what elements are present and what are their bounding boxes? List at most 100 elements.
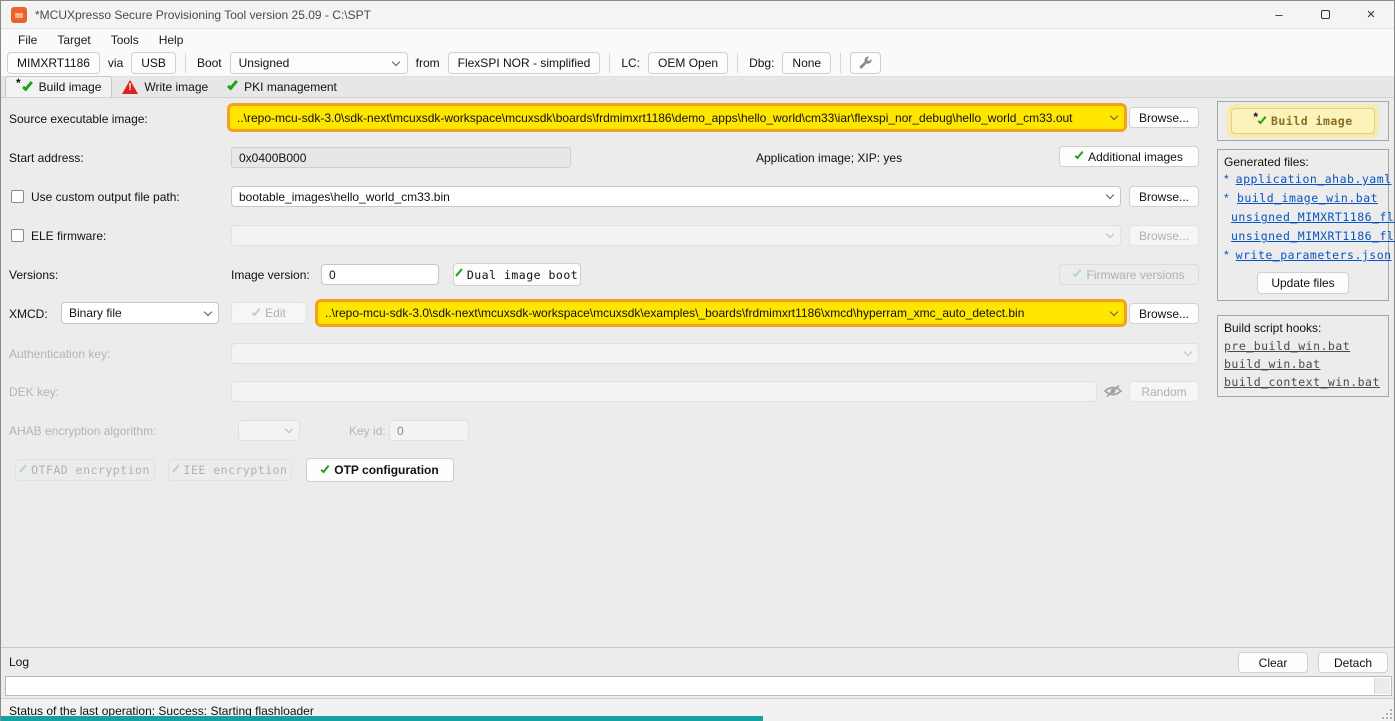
wrench-icon	[858, 56, 873, 71]
xmcd-file-combo[interactable]: ..\repo-mcu-sdk-3.0\sdk-next\mcuxsdk-wor…	[318, 302, 1124, 324]
settings-wrench-button[interactable]	[850, 52, 881, 74]
tab-write-image-label: Write image	[144, 80, 208, 94]
via-label: via	[108, 56, 123, 70]
xmcd-file-value: ..\repo-mcu-sdk-3.0\sdk-next\mcuxsdk-wor…	[325, 306, 1024, 320]
generated-file-link[interactable]: unsigned_MIMXRT1186_fla	[1231, 229, 1395, 243]
image-info-text: Application image; XIP: yes	[756, 151, 902, 165]
close-button[interactable]: ×	[1348, 1, 1394, 28]
xmcd-highlight: ..\repo-mcu-sdk-3.0\sdk-next\mcuxsdk-wor…	[315, 299, 1127, 327]
menu-help[interactable]: Help	[150, 31, 193, 49]
dual-image-boot-button[interactable]: Dual image boot	[453, 263, 581, 286]
chevron-down-icon	[1184, 348, 1192, 356]
chevron-down-icon	[204, 307, 212, 315]
warning-exclamation: !	[128, 82, 131, 93]
hook-link-pre-build[interactable]: pre_build_win.bat	[1218, 337, 1388, 355]
hook-link-build[interactable]: build_win.bat	[1218, 355, 1388, 373]
check-icon	[321, 463, 330, 472]
xmcd-label: XMCD:	[9, 307, 48, 321]
eye-slash-icon[interactable]	[1103, 384, 1123, 398]
ahab-algorithm-select	[238, 420, 300, 441]
start-address-value: 0x0400B000	[239, 151, 306, 165]
log-title: Log	[9, 655, 29, 669]
from-label: from	[416, 56, 440, 70]
maximize-button[interactable]	[1302, 1, 1348, 28]
key-id-value: 0	[397, 424, 404, 438]
app-icon	[11, 7, 27, 23]
log-scrollbar[interactable]	[1374, 678, 1390, 694]
log-clear-button[interactable]: Clear	[1238, 652, 1308, 673]
custom-output-label: Use custom output file path:	[31, 190, 180, 204]
hook-link-build-context[interactable]: build_context_win.bat	[1218, 373, 1388, 391]
tab-build-image[interactable]: * Build image	[5, 76, 112, 97]
generated-file-link[interactable]: build_image_win.bat	[1237, 191, 1378, 205]
firmware-versions-button: Firmware versions	[1059, 264, 1199, 285]
update-files-button[interactable]: Update files	[1257, 272, 1349, 294]
otfad-encryption-label: OTFAD encryption	[31, 463, 150, 477]
firmware-versions-label: Firmware versions	[1086, 268, 1184, 282]
toolbar: MIMXRT1186 via USB Boot Unsigned from Fl…	[1, 50, 1394, 77]
toolbar-separator	[609, 53, 610, 73]
build-image-button[interactable]: * Build image	[1231, 108, 1375, 134]
key-id-field: 0	[389, 420, 469, 441]
menu-tools[interactable]: Tools	[102, 31, 148, 49]
generated-file-link[interactable]: write_parameters.json	[1236, 248, 1392, 262]
tab-pki-management[interactable]: PKI management	[218, 76, 347, 97]
generated-file-link[interactable]: application_ahab.yaml	[1236, 172, 1392, 186]
life-cycle-button[interactable]: OEM Open	[648, 52, 728, 74]
boot-type-value: Unsigned	[239, 56, 290, 70]
check-icon	[1075, 150, 1084, 159]
custom-output-combo[interactable]: bootable_images\hello_world_cm33.bin	[231, 186, 1121, 207]
resize-grip[interactable]	[1381, 708, 1392, 719]
authentication-key-label: Authentication key:	[9, 347, 110, 361]
log-area[interactable]	[5, 676, 1392, 696]
build-script-hooks-title: Build script hooks:	[1218, 316, 1388, 337]
log-detach-button[interactable]: Detach	[1318, 652, 1388, 673]
custom-output-browse-button[interactable]: Browse...	[1129, 186, 1199, 207]
lc-label: LC:	[621, 56, 640, 70]
menu-target[interactable]: Target	[48, 31, 99, 49]
ele-firmware-checkbox[interactable]	[11, 229, 24, 242]
menu-file[interactable]: File	[9, 31, 46, 49]
source-browse-button[interactable]: Browse...	[1129, 107, 1199, 128]
custom-output-value: bootable_images\hello_world_cm33.bin	[239, 190, 450, 204]
tab-pki-management-label: PKI management	[244, 80, 337, 94]
tab-write-image[interactable]: ! Write image	[112, 76, 218, 97]
key-id-label: Key id:	[349, 424, 386, 438]
chevron-down-icon	[285, 425, 293, 433]
debug-probe-button[interactable]: None	[782, 52, 831, 74]
build-image-button-label: Build image	[1271, 114, 1353, 128]
connection-button[interactable]: USB	[131, 52, 176, 74]
progress-bar	[1, 716, 763, 721]
check-icon	[227, 79, 238, 91]
app-window: *MCUXpresso Secure Provisioning Tool ver…	[0, 0, 1395, 721]
image-version-value: 0	[329, 268, 336, 282]
additional-images-button[interactable]: Additional images	[1059, 146, 1199, 167]
file-star: *	[1224, 172, 1229, 186]
dek-key-field	[231, 381, 1097, 402]
ele-firmware-browse-button: Browse...	[1129, 225, 1199, 246]
start-address-field[interactable]: 0x0400B000	[231, 147, 571, 168]
minimize-button[interactable]: –	[1256, 1, 1302, 28]
generated-file-row: unsigned_MIMXRT1186_fla	[1218, 209, 1388, 228]
generated-file-link[interactable]: unsigned_MIMXRT1186_fla	[1231, 210, 1395, 224]
custom-output-checkbox[interactable]	[11, 190, 24, 203]
xmcd-edit-label: Edit	[265, 306, 286, 320]
otfad-encryption-button: OTFAD encryption	[15, 459, 155, 481]
boot-device-button[interactable]: FlexSPI NOR - simplified	[448, 52, 601, 74]
check-icon	[1258, 114, 1267, 123]
xmcd-browse-button[interactable]: Browse...	[1129, 303, 1199, 324]
boot-type-select[interactable]: Unsigned	[230, 52, 408, 74]
processor-button[interactable]: MIMXRT1186	[7, 52, 100, 74]
status-bar: Status of the last operation: Success: S…	[1, 698, 1394, 721]
generated-file-row: unsigned_MIMXRT1186_fla	[1218, 228, 1388, 247]
source-image-combo[interactable]: ..\repo-mcu-sdk-3.0\sdk-next\mcuxsdk-wor…	[230, 106, 1124, 129]
tab-bar: * Build image ! Write image PKI manageme…	[1, 77, 1394, 98]
xmcd-type-select[interactable]: Binary file	[61, 302, 219, 324]
chevron-down-icon	[391, 57, 399, 65]
dbg-label: Dbg:	[749, 56, 774, 70]
iee-encryption-button: IEE encryption	[168, 459, 292, 481]
image-version-field[interactable]: 0	[321, 264, 439, 285]
ele-firmware-combo	[231, 225, 1121, 246]
chevron-down-icon	[1110, 112, 1118, 120]
otp-configuration-button[interactable]: OTP configuration	[306, 458, 454, 482]
